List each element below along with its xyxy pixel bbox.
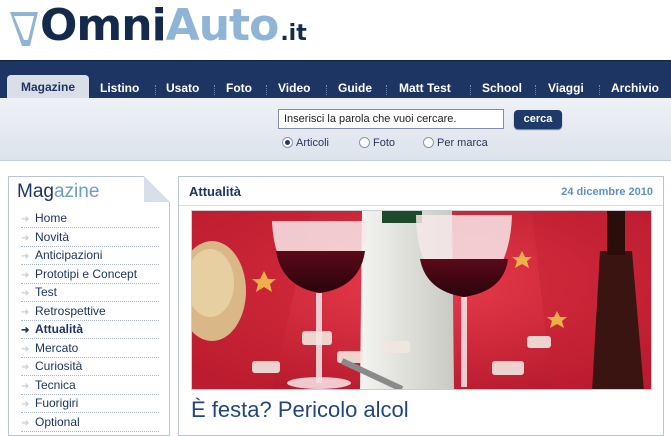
sidebar-item-label: Attualità bbox=[35, 322, 83, 336]
arrow-right-icon: ➜ bbox=[21, 325, 30, 336]
main-nav: Magazine Listino Usato Foto Video Guide … bbox=[0, 60, 671, 99]
radio-foto-label: Foto bbox=[373, 137, 396, 149]
sidebar-title-part: Mag bbox=[17, 181, 54, 202]
radio-articoli-label: Articoli bbox=[296, 137, 330, 149]
sidebar-item-label: Prototipi e Concept bbox=[35, 266, 138, 281]
article-photo[interactable] bbox=[191, 210, 652, 390]
arrow-right-icon: ➜ bbox=[21, 269, 30, 281]
radio-per-marca-label: Per marca bbox=[437, 137, 488, 149]
nav-separator bbox=[386, 85, 388, 95]
sidebar-item-prototipi[interactable]: ➜ Prototipi e Concept bbox=[21, 265, 159, 284]
sidebar-item-home[interactable]: ➜ Home bbox=[21, 209, 159, 228]
nav-separator bbox=[535, 85, 537, 95]
search-bar: Inserisci la parola che vuoi cercare. ce… bbox=[0, 98, 671, 161]
nav-separator bbox=[214, 85, 216, 95]
site-header: OmniAuto.it bbox=[0, 0, 671, 60]
sidebar-item-attualita[interactable]: ➜ Attualità bbox=[21, 320, 159, 339]
section-title: Attualità bbox=[189, 184, 241, 199]
nav-separator bbox=[326, 85, 328, 95]
magazine-sidebar: Magazine ➜ Home ➜ Novità ➜ Anticipazioni ➜ P… bbox=[8, 176, 170, 436]
arrow-right-icon: ➜ bbox=[21, 343, 30, 355]
arrow-right-icon: ➜ bbox=[21, 214, 30, 225]
article-panel: Attualità 24 dicembre 2010 È festa? Peri… bbox=[178, 176, 664, 436]
nav-item-magazine[interactable]: Magazine bbox=[7, 75, 89, 99]
nav-item-listino[interactable]: Listino bbox=[100, 81, 139, 95]
arrow-right-icon: ➜ bbox=[21, 232, 30, 244]
logo-swoosh-icon bbox=[10, 12, 38, 46]
radio-selected-icon bbox=[282, 137, 293, 148]
sidebar-item-label: Home bbox=[35, 211, 68, 225]
nav-item-video[interactable]: Video bbox=[278, 81, 310, 95]
sidebar-item-label: Tecnica bbox=[35, 377, 76, 392]
radio-per-marca[interactable]: Per marca bbox=[423, 137, 488, 149]
sidebar-item-curiosita[interactable]: ➜ Curiosità bbox=[21, 357, 159, 376]
sidebar-item-tecnica[interactable]: ➜ Tecnica bbox=[21, 376, 159, 395]
arrow-right-icon: ➜ bbox=[21, 251, 30, 262]
sidebar-title: Magazine bbox=[17, 181, 99, 203]
logo-auto-text: Auto bbox=[165, 0, 280, 51]
nav-item-archivio[interactable]: Archivio bbox=[611, 81, 659, 95]
nav-item-viaggi[interactable]: Viaggi bbox=[548, 81, 584, 95]
logo-tld-text: .it bbox=[280, 21, 307, 46]
sidebar-item-label: Optional bbox=[35, 414, 80, 429]
arrow-right-icon: ➜ bbox=[21, 399, 30, 410]
sidebar-item-label: Test bbox=[35, 285, 58, 299]
radio-articoli[interactable]: Articoli bbox=[282, 137, 329, 149]
arrow-right-icon: ➜ bbox=[21, 417, 30, 429]
sidebar-item-label: Novità bbox=[35, 229, 70, 244]
article-header: Attualità 24 dicembre 2010 bbox=[179, 177, 663, 206]
sidebar-item-novita[interactable]: ➜ Novità bbox=[21, 228, 159, 247]
arrow-right-icon: ➜ bbox=[21, 288, 30, 299]
nav-separator bbox=[155, 85, 157, 95]
arrow-right-icon: ➜ bbox=[21, 380, 30, 392]
arrow-right-icon: ➜ bbox=[21, 362, 30, 373]
sidebar-item-retrospettive[interactable]: ➜ Retrospettive bbox=[21, 302, 159, 321]
nav-separator bbox=[599, 85, 601, 95]
radio-unselected-icon bbox=[423, 137, 434, 148]
sidebar-item-anticipazioni[interactable]: ➜ Anticipazioni bbox=[21, 246, 159, 265]
radio-unselected-icon bbox=[359, 137, 370, 148]
arrow-right-icon: ➜ bbox=[21, 306, 30, 318]
nav-item-usato[interactable]: Usato bbox=[166, 81, 199, 95]
nav-item-foto[interactable]: Foto bbox=[226, 81, 252, 95]
sidebar-item-test[interactable]: ➜ Test bbox=[21, 283, 159, 302]
nav-separator bbox=[266, 85, 268, 95]
nav-item-guide[interactable]: Guide bbox=[338, 81, 372, 95]
sidebar-title-part: azine bbox=[53, 181, 100, 202]
nav-separator bbox=[470, 85, 472, 95]
article-date: 24 dicembre 2010 bbox=[561, 186, 653, 198]
radio-foto[interactable]: Foto bbox=[359, 137, 395, 149]
sidebar-item-mercato[interactable]: ➜ Mercato bbox=[21, 339, 159, 358]
sidebar-item-optional[interactable]: ➜ Optional bbox=[21, 413, 159, 432]
wine-glasses-image bbox=[192, 211, 651, 389]
search-input[interactable]: Inserisci la parola che vuoi cercare. bbox=[278, 109, 504, 129]
sidebar-item-label: Anticipazioni bbox=[35, 248, 103, 262]
nav-item-school[interactable]: School bbox=[482, 81, 522, 95]
sidebar-item-label: Curiosità bbox=[35, 359, 83, 373]
sidebar-item-label: Fuorigiri bbox=[35, 396, 79, 410]
nav-item-matt-test[interactable]: Matt Test bbox=[399, 81, 451, 95]
article-title[interactable]: È festa? Pericolo alcol bbox=[191, 397, 409, 423]
search-button[interactable]: cerca bbox=[514, 110, 562, 129]
sidebar-item-label: Retrospettive bbox=[35, 303, 106, 318]
page-fold-icon bbox=[144, 176, 170, 202]
logo-omni-text: Omni bbox=[40, 0, 167, 51]
sidebar-item-label: Mercato bbox=[35, 340, 79, 355]
sidebar-item-fuorigiri[interactable]: ➜ Fuorigiri bbox=[21, 394, 159, 413]
